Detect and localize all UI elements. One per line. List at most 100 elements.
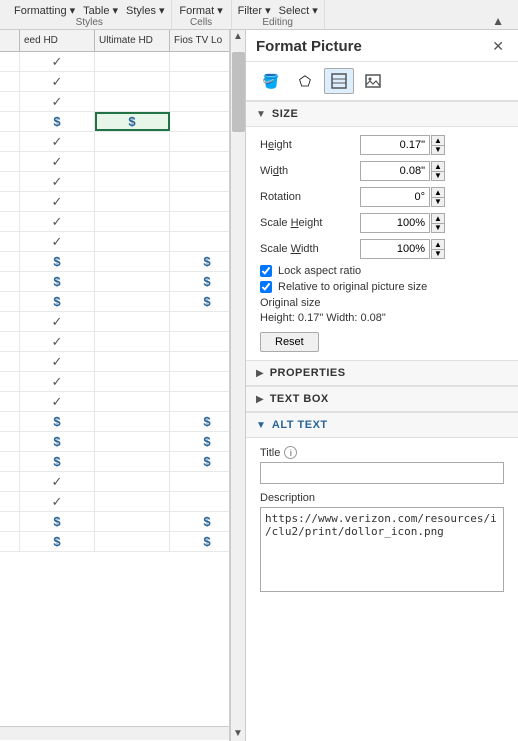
cell-e[interactable]: ✓ (20, 392, 95, 411)
rotation-spin-up[interactable]: ▲ (431, 187, 445, 197)
rotation-input[interactable] (360, 187, 430, 207)
cell-f[interactable] (95, 352, 170, 371)
table-row[interactable]: $$ (0, 512, 229, 532)
cell-e[interactable]: ✓ (20, 132, 95, 151)
cell-e[interactable]: ✓ (20, 232, 95, 251)
cell-g[interactable] (170, 492, 229, 511)
cell-e[interactable]: $ (20, 452, 95, 471)
cell-g[interactable]: $ (170, 512, 229, 531)
cell-f[interactable] (95, 452, 170, 471)
select-menu[interactable]: Select ▾ (279, 4, 318, 17)
rotation-spinner[interactable]: ▲ ▼ (431, 187, 445, 207)
cell-f[interactable] (95, 52, 170, 71)
properties-section-header[interactable]: PROPERTIES (246, 360, 518, 386)
width-spin-up[interactable]: ▲ (431, 161, 445, 171)
col-header-f[interactable]: Ultimate HD (95, 30, 170, 51)
cell-g[interactable]: $ (170, 412, 229, 431)
table-row[interactable]: ✓ (0, 232, 229, 252)
cell-g[interactable]: $ (170, 432, 229, 451)
relative-original-checkbox[interactable] (260, 281, 272, 293)
table-row[interactable]: ✓ (0, 372, 229, 392)
filter-menu[interactable]: Filter ▾ (238, 4, 271, 17)
table-row[interactable]: $$ (0, 252, 229, 272)
table-row[interactable]: ✓ (0, 332, 229, 352)
cell-f[interactable] (95, 252, 170, 271)
cell-e[interactable]: ✓ (20, 472, 95, 491)
table-row[interactable]: ✓ (0, 352, 229, 372)
cell-f[interactable] (95, 412, 170, 431)
cell-f[interactable] (95, 312, 170, 331)
table-row[interactable]: ✓ (0, 472, 229, 492)
panel-close-button[interactable]: ✕ (488, 38, 508, 55)
table-row[interactable]: $$ (0, 432, 229, 452)
cell-e[interactable]: $ (20, 412, 95, 431)
scale-width-input[interactable] (360, 239, 430, 259)
scale-width-spin-down[interactable]: ▼ (431, 249, 445, 259)
cell-f[interactable] (95, 432, 170, 451)
width-spin-down[interactable]: ▼ (431, 171, 445, 181)
table-row[interactable]: ✓ (0, 152, 229, 172)
cell-f[interactable] (95, 72, 170, 91)
cell-e[interactable]: ✓ (20, 72, 95, 91)
cell-g[interactable] (170, 332, 229, 351)
cell-g[interactable] (170, 72, 229, 91)
scale-height-spin-down[interactable]: ▼ (431, 223, 445, 233)
styles-menu[interactable]: Styles ▾ (126, 4, 165, 17)
lock-aspect-checkbox[interactable] (260, 265, 272, 277)
cell-e[interactable]: ✓ (20, 332, 95, 351)
cell-f[interactable] (95, 372, 170, 391)
cell-f[interactable] (95, 232, 170, 251)
format-menu[interactable]: Format ▾ (179, 4, 222, 17)
cell-g[interactable] (170, 152, 229, 171)
cell-g[interactable]: $ (170, 252, 229, 271)
spreadsheet-body[interactable]: ✓✓✓$$✓✓✓✓✓✓$$$$$$✓✓✓✓✓$$$$$$✓✓$$$$ (0, 52, 229, 726)
ribbon-collapse-btn[interactable]: ▲ (486, 14, 510, 28)
height-spin-down[interactable]: ▼ (431, 145, 445, 155)
table-menu[interactable]: Table ▾ (83, 4, 118, 17)
cell-e[interactable]: ✓ (20, 372, 95, 391)
col-header-g[interactable]: Fios TV Lo (170, 30, 230, 51)
cell-g[interactable] (170, 192, 229, 211)
cell-f[interactable] (95, 512, 170, 531)
cell-f[interactable]: $ (95, 112, 170, 131)
relative-original-label[interactable]: Relative to original picture size (278, 281, 427, 293)
cell-e[interactable]: $ (20, 252, 95, 271)
table-row[interactable]: $$ (0, 292, 229, 312)
table-row[interactable]: ✓ (0, 172, 229, 192)
paint-bucket-icon-btn[interactable]: 🪣 (256, 68, 286, 94)
col-header-e[interactable]: eed HD (20, 30, 95, 51)
cell-e[interactable]: ✓ (20, 92, 95, 111)
cell-g[interactable] (170, 172, 229, 191)
cell-e[interactable]: $ (20, 292, 95, 311)
scale-width-spinner[interactable]: ▲ ▼ (431, 239, 445, 259)
cell-f[interactable] (95, 192, 170, 211)
cell-g[interactable] (170, 392, 229, 411)
cell-g[interactable]: $ (170, 452, 229, 471)
vscrollbar-thumb[interactable] (232, 52, 245, 132)
cell-e[interactable]: $ (20, 272, 95, 291)
cell-e[interactable]: $ (20, 112, 95, 131)
cell-e[interactable]: ✓ (20, 192, 95, 211)
cell-e[interactable]: ✓ (20, 152, 95, 171)
table-row[interactable]: $$ (0, 272, 229, 292)
cell-e[interactable]: $ (20, 432, 95, 451)
formatting-menu[interactable]: Formatting ▾ (14, 4, 75, 17)
cell-f[interactable] (95, 532, 170, 551)
rotation-spin-down[interactable]: ▼ (431, 197, 445, 207)
cell-e[interactable]: $ (20, 512, 95, 531)
size-section-header[interactable]: SIZE (246, 101, 518, 127)
cell-g[interactable] (170, 212, 229, 231)
table-row[interactable]: ✓ (0, 392, 229, 412)
cell-f[interactable] (95, 92, 170, 111)
size-layout-icon-btn[interactable] (324, 68, 354, 94)
table-row[interactable]: $$ (0, 412, 229, 432)
table-row[interactable]: ✓ (0, 212, 229, 232)
cell-e[interactable]: ✓ (20, 352, 95, 371)
spreadsheet-vscrollbar[interactable]: ▲ ▼ (230, 30, 245, 741)
image-icon-btn[interactable] (358, 68, 388, 94)
cell-f[interactable] (95, 492, 170, 511)
height-input[interactable] (360, 135, 430, 155)
cell-g[interactable] (170, 232, 229, 251)
cell-g[interactable] (170, 372, 229, 391)
cell-f[interactable] (95, 392, 170, 411)
